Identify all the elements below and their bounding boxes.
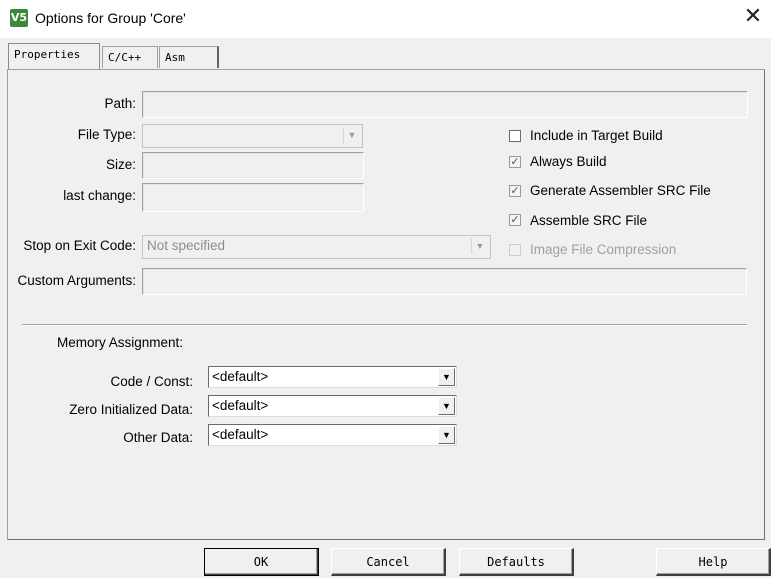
zero-init-select[interactable]: <default> ▼ xyxy=(208,395,457,417)
include-in-target-build-checkbox[interactable] xyxy=(509,130,521,142)
always-build-label: Always Build xyxy=(530,154,607,169)
size-label: Size: xyxy=(105,157,136,172)
stop-on-exit-select: Not specified ▼ xyxy=(142,235,491,259)
last-change-field xyxy=(142,183,364,212)
custom-args-label: Custom Arguments: xyxy=(17,273,136,288)
image-compression-checkbox xyxy=(509,244,521,256)
last-change-label: last change: xyxy=(63,188,136,203)
file-type-select: ▼ xyxy=(142,124,363,148)
section-divider xyxy=(22,324,747,326)
code-const-label: Code / Const: xyxy=(110,374,193,389)
generate-asm-src-checkbox[interactable]: ✓ xyxy=(509,185,521,197)
path-field xyxy=(142,91,748,118)
help-button[interactable]: Help xyxy=(656,548,771,576)
cancel-button[interactable]: Cancel xyxy=(331,548,446,576)
file-type-label: File Type: xyxy=(77,127,136,142)
chevron-down-icon[interactable]: ▼ xyxy=(438,397,455,415)
include-in-target-build-label: Include in Target Build xyxy=(530,128,663,143)
assemble-src-label: Assemble SRC File xyxy=(530,213,648,228)
defaults-button[interactable]: Defaults xyxy=(459,548,574,576)
generate-asm-src-label: Generate Assembler SRC File xyxy=(530,183,711,198)
ok-button[interactable]: OK xyxy=(204,548,319,576)
memory-assignment-heading: Memory Assignment: xyxy=(57,335,184,350)
stop-on-exit-value: Not specified xyxy=(147,238,226,253)
tab-asm[interactable]: Asm xyxy=(159,46,219,68)
other-data-label: Other Data: xyxy=(123,430,193,445)
close-icon[interactable]: ✕ xyxy=(739,4,767,32)
check-icon: ✓ xyxy=(510,155,520,168)
zero-init-value: <default> xyxy=(212,398,269,413)
tab-properties[interactable]: Properties xyxy=(8,43,100,69)
window-title: Options for Group 'Core' xyxy=(35,10,186,26)
chevron-down-icon[interactable]: ▼ xyxy=(438,368,455,386)
size-field xyxy=(142,152,364,179)
code-const-value: <default> xyxy=(212,369,269,384)
custom-args-field xyxy=(142,268,747,295)
check-icon: ✓ xyxy=(510,213,520,226)
path-label: Path: xyxy=(104,96,136,111)
chevron-down-icon[interactable]: ▼ xyxy=(438,426,455,444)
code-const-select[interactable]: <default> ▼ xyxy=(208,366,457,388)
app-logo-icon: V5 xyxy=(10,9,28,27)
assemble-src-checkbox[interactable]: ✓ xyxy=(509,214,521,226)
chevron-down-icon: ▼ xyxy=(471,238,488,254)
other-data-value: <default> xyxy=(212,427,269,442)
title-bar: V5 Options for Group 'Core' ✕ xyxy=(0,0,771,38)
always-build-checkbox[interactable]: ✓ xyxy=(509,156,521,168)
zero-init-label: Zero Initialized Data: xyxy=(69,402,193,417)
image-compression-label: Image File Compression xyxy=(530,242,677,257)
check-icon: ✓ xyxy=(510,184,520,197)
stop-on-exit-label: Stop on Exit Code: xyxy=(23,238,136,253)
tab-c-cpp[interactable]: C/C++ xyxy=(102,46,158,68)
other-data-select[interactable]: <default> ▼ xyxy=(208,424,457,446)
chevron-down-icon: ▼ xyxy=(343,127,360,143)
